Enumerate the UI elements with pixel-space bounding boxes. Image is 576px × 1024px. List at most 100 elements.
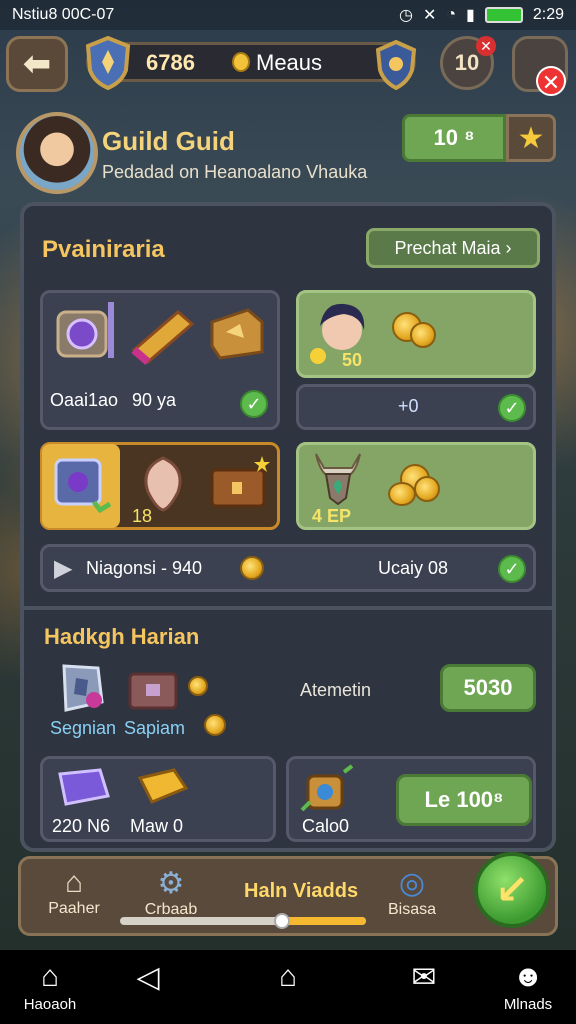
system-nav-bar: ⌂ Haoaoh ◁ ⌂ ✉ ☻ Mlnads [0, 950, 576, 1024]
wifi-icon: ◔ [446, 6, 457, 23]
dock-title: Haln Viadds [244, 880, 359, 902]
back-triangle-icon: ◁ [136, 960, 160, 994]
compass-icon: ◎ [398, 867, 426, 900]
item1-label: Segnian [50, 718, 117, 738]
nav-home-label: Haoaoh [23, 996, 77, 1013]
card3-value: 18 [132, 506, 153, 526]
close-icon[interactable]: ✕ [536, 66, 566, 96]
treasure-chest-icon [210, 456, 270, 508]
card-b-button-label: Le 100⁸ [424, 787, 504, 812]
coin-icon [232, 52, 250, 72]
resource-value: 6786 [146, 50, 195, 75]
row-label: Niagonsi - 940 [86, 558, 203, 578]
guild-amount-button[interactable]: 10 ⁸ [402, 114, 506, 162]
arrow-icon: ↙ [495, 868, 529, 912]
resource-label: Meaus [256, 50, 323, 75]
relic-icon [300, 764, 354, 812]
nav-friends-label: Mlnads [503, 996, 553, 1013]
guild-amount: 10 ⁸ [433, 125, 475, 150]
guild-header: Guild Guid Pedadad on Heanoalano Vhauka … [0, 100, 576, 200]
card2b-value: +0 [398, 396, 419, 416]
nav-friends-button[interactable]: ☻ Mlnads [478, 958, 576, 1013]
section1-title: Pvainiraria [42, 236, 165, 263]
card-b-label: Calo0 [302, 816, 350, 836]
top-resource-bar: ⬅ 6786 Meaus 10 ✕ ✕ [0, 30, 576, 100]
horned-helmet-icon [315, 453, 361, 506]
notification-badge: ✕ [476, 36, 496, 56]
card-b-button[interactable]: Le 100⁸ [396, 774, 532, 826]
box-icon [128, 672, 178, 710]
camera-icon: ⚙ [157, 867, 185, 900]
slider-fill [282, 917, 366, 925]
amulet-icon [56, 302, 114, 358]
gold-bar-icon [137, 768, 189, 804]
guild-subtitle: Pedadad on Heanoalano Vhauka [102, 162, 368, 182]
coin-icon [204, 714, 226, 736]
arrow-left-icon: ⬅ [22, 45, 52, 83]
card1-text-left: Oaai1ao [50, 390, 119, 410]
value-button[interactable]: 5030 [440, 664, 536, 712]
coin-icon [414, 476, 440, 502]
nav-recents-button[interactable]: ⌂ [238, 958, 338, 996]
check-icon: ✓ [498, 394, 526, 422]
shop-icon: ⌂ [278, 960, 298, 993]
play-action-button[interactable]: ↙ [474, 852, 550, 928]
avatar[interactable] [16, 112, 98, 194]
clock: 2:29 [532, 6, 564, 23]
gem-bar-icon [58, 768, 110, 806]
egg-icon [144, 456, 182, 512]
play-icon: ▶ [54, 555, 73, 582]
dock-craft-button[interactable]: ⚙ Crbaab [138, 866, 204, 919]
check-icon: ✓ [498, 555, 526, 583]
guild-title: Guild Guid [102, 126, 235, 156]
battery-icon [484, 7, 523, 23]
shield-icon [85, 36, 131, 90]
status-icons: ◷ ✕ ◔ ▮ 2:29 [399, 5, 564, 25]
crest-icon [375, 40, 417, 90]
character-portrait-icon [310, 303, 365, 364]
status-left-text: Nstiu8 00C-07 [12, 6, 115, 23]
item2-label: Sapiam [124, 718, 186, 738]
back-button[interactable]: ⬅ [6, 36, 68, 92]
alarm-icon: ◷ [399, 7, 413, 24]
nav-home-button[interactable]: ⌂ Haoaoh [0, 958, 100, 1013]
star-button[interactable]: ★ [506, 114, 556, 162]
scroll-icon [131, 310, 195, 366]
gem-plaque-icon [62, 664, 104, 712]
mail-icon: ✉ [411, 960, 437, 994]
card-a-right: Maw 0 [130, 816, 184, 836]
coin-icon [410, 322, 436, 348]
card4-value: 4 EP [312, 506, 352, 526]
chest-icon [210, 308, 264, 360]
section1-action-button[interactable]: Prechat Maia › [366, 228, 540, 268]
home-icon: ⌂ [40, 960, 60, 993]
section2-mid-label: Atemetin [300, 680, 372, 700]
people-icon: ☻ [512, 960, 544, 993]
card-a-left: 220 N6 [52, 816, 111, 836]
nav-mail-button[interactable]: ✉ [374, 958, 474, 996]
dock-right-button[interactable]: ◎ Bisasa [380, 866, 444, 919]
section1-action-label: Prechat Maia › [394, 237, 512, 258]
resource-bar [86, 42, 416, 82]
check-icon: ✓ [240, 390, 268, 418]
level-value: 10 [454, 50, 480, 75]
dock-right-label: Bisasa [387, 901, 437, 918]
coin-icon [240, 556, 264, 580]
coin-icon [388, 482, 416, 506]
nav-back-button[interactable]: ◁ [98, 958, 198, 996]
mute-icon: ✕ [422, 7, 437, 24]
row-right-text: Ucaiy 08 [378, 558, 449, 578]
section2-title: Hadkgh Harian [44, 624, 200, 649]
dock-home-label: Paaher [48, 900, 100, 917]
signal-icon: ▮ [466, 7, 475, 24]
card2-value: 50 [342, 350, 363, 370]
star-icon: ★ [517, 121, 545, 155]
section-divider [24, 606, 552, 610]
coin-icon [188, 676, 208, 696]
value-button-label: 5030 [463, 675, 513, 700]
crystal-cube-icon [54, 458, 112, 514]
dock-home-button[interactable]: ⌂ Paaher [46, 866, 102, 918]
home-icon: ⌂ [64, 866, 84, 899]
card1-text-right: 90 ya [132, 390, 177, 410]
status-bar: Nstiu8 00C-07 ◷ ✕ ◔ ▮ 2:29 [0, 0, 576, 30]
